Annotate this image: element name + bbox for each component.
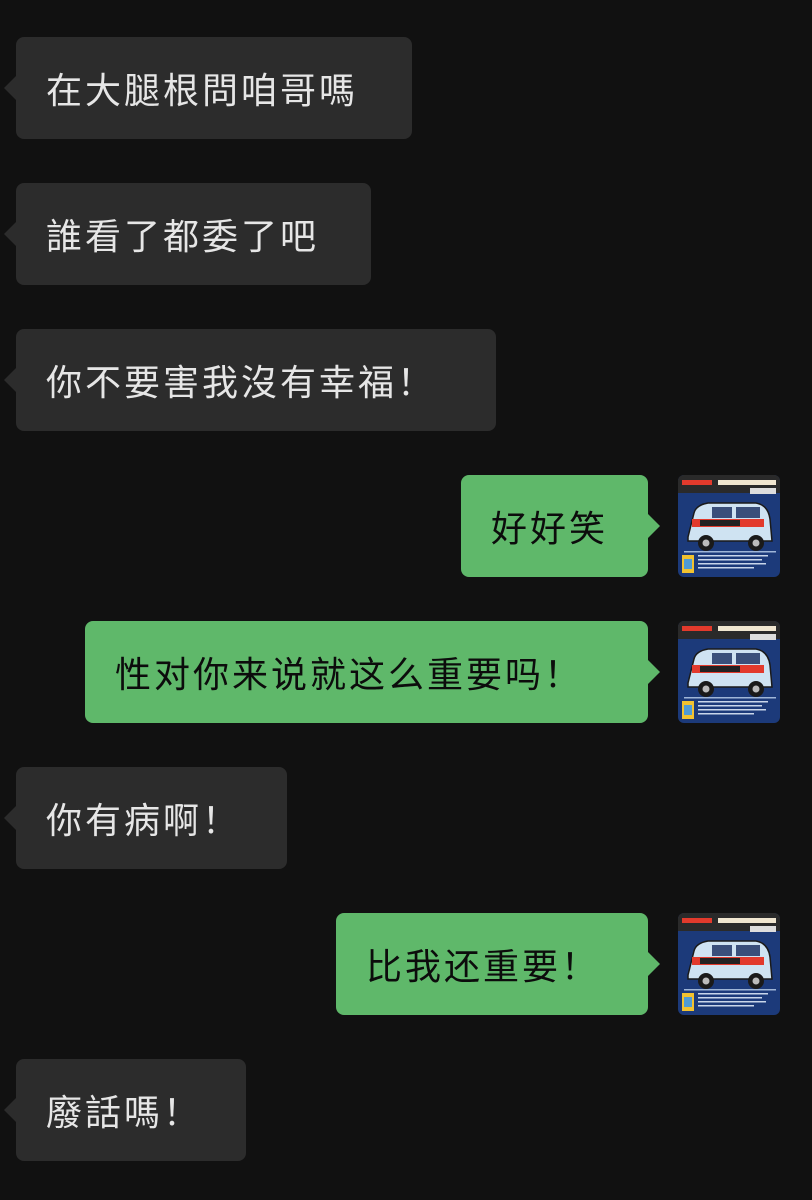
outgoing-bubble[interactable]: 比我还重要！: [336, 913, 660, 1015]
outgoing-bubble[interactable]: 性对你来说就这么重要吗！: [85, 621, 660, 723]
incoming-message: 誰看了都委了吧: [4, 183, 371, 285]
incoming-message: 在大腿根問咱哥嗎: [4, 37, 412, 139]
avatar[interactable]: [678, 475, 780, 577]
incoming-bubble[interactable]: 廢話嗎！: [4, 1059, 246, 1161]
van-album-cover-icon: [678, 913, 780, 1015]
incoming-bubble[interactable]: 你有病啊！: [4, 767, 287, 869]
avatar[interactable]: [678, 621, 780, 723]
incoming-bubble[interactable]: 在大腿根問咱哥嗎: [4, 37, 412, 139]
incoming-bubble[interactable]: 你不要害我沒有幸福！: [4, 329, 496, 431]
avatar[interactable]: [678, 913, 780, 1015]
incoming-message: 你不要害我沒有幸福！: [4, 329, 496, 431]
incoming-message: 廢話嗎！: [4, 1059, 246, 1161]
incoming-bubble[interactable]: 誰看了都委了吧: [4, 183, 371, 285]
outgoing-message: 好好笑: [461, 475, 660, 577]
outgoing-message: 性对你来说就这么重要吗！: [85, 621, 660, 723]
chat-thread: 在大腿根問咱哥嗎 誰看了都委了吧 你不要害我沒有幸福！ 好好笑 性对你来说就这么…: [0, 0, 812, 1200]
outgoing-message: 比我还重要！: [336, 913, 660, 1015]
incoming-message: 你有病啊！: [4, 767, 287, 869]
van-album-cover-icon: [678, 621, 780, 723]
van-album-cover-icon: [678, 475, 780, 577]
outgoing-bubble[interactable]: 好好笑: [461, 475, 660, 577]
